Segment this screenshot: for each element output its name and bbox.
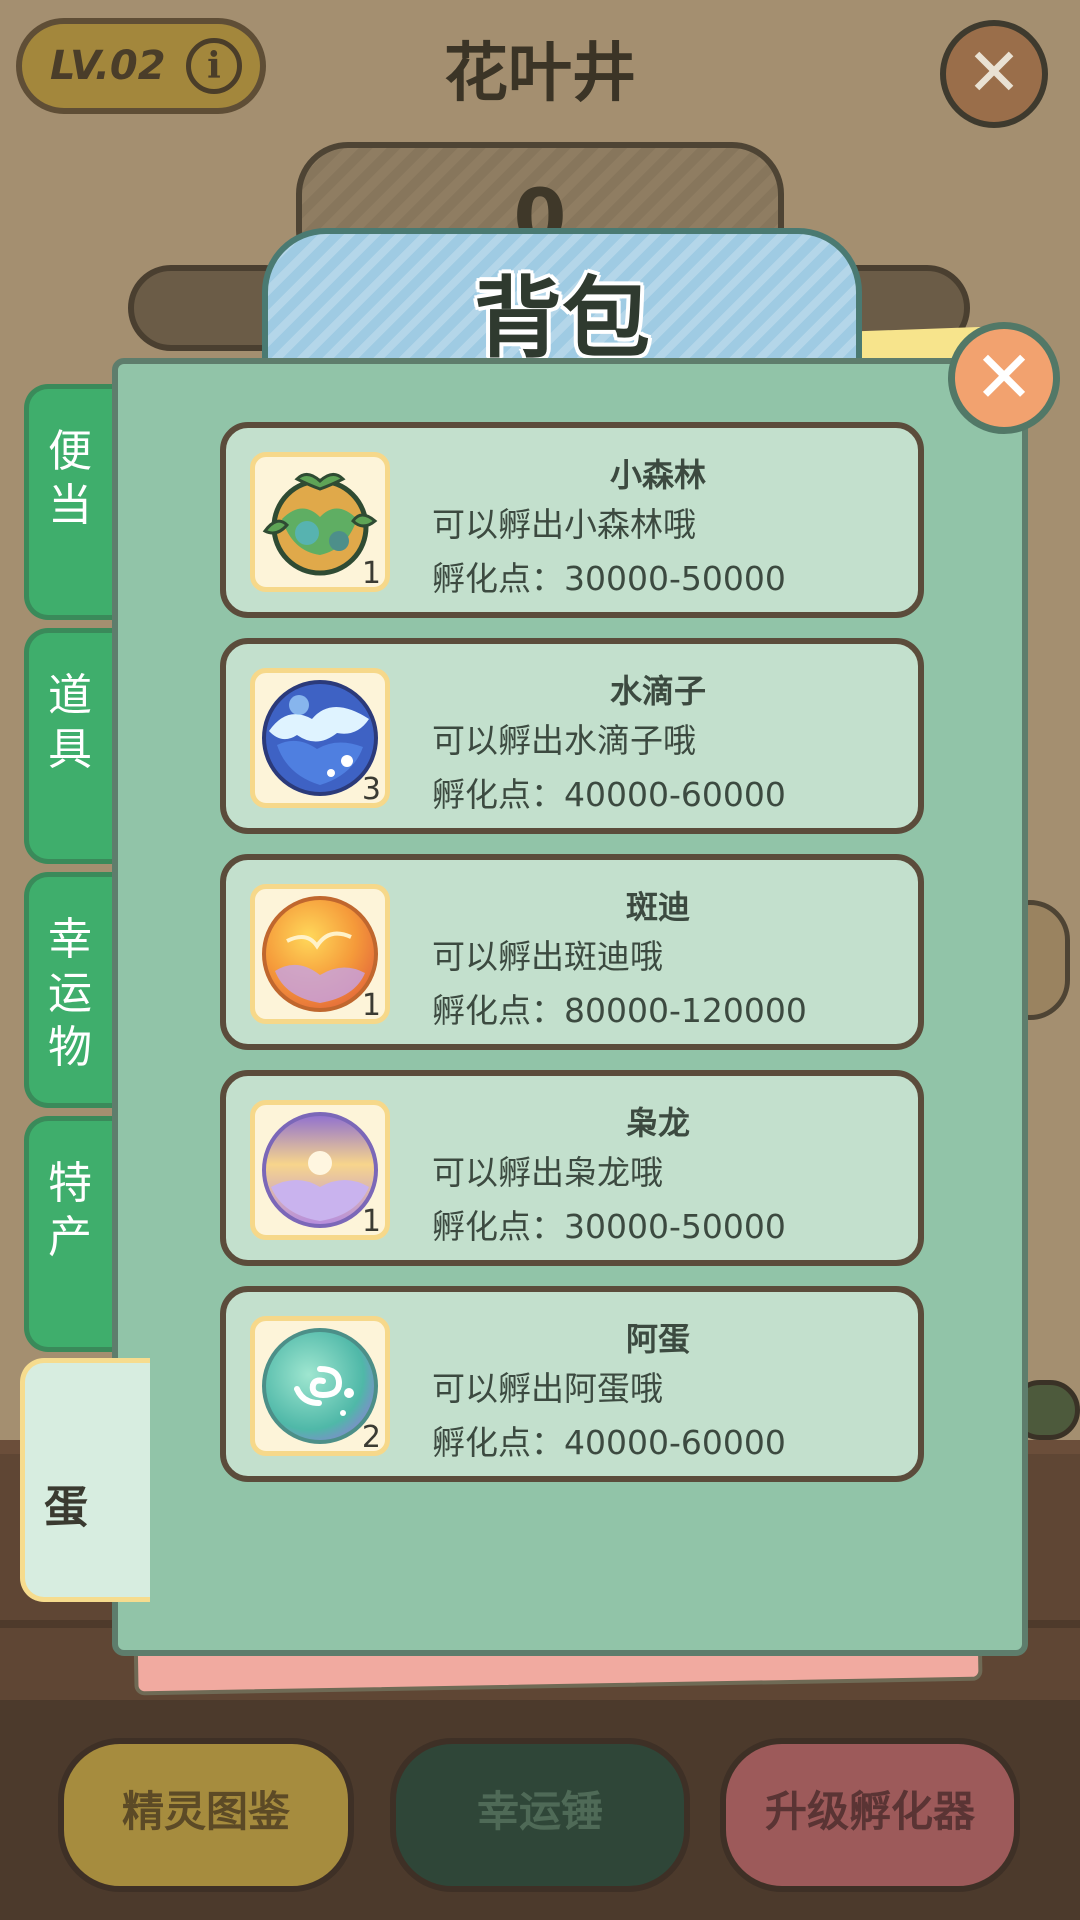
item-count: 1 [361,1204,381,1239]
item-hatch-points: 孵化点：80000-120000 [432,991,807,1030]
item-description: 可以孵出水滴子哦 [432,721,696,760]
level-label: LV.02 [50,43,166,89]
item-name: 阿蛋 [625,1320,690,1358]
tab-label: 道具 [48,670,92,775]
item-icon-frame: 1 [250,1100,390,1240]
tab-label: 蛋 [44,1482,88,1533]
item-icon-frame: 1 [250,452,390,592]
page-title: 花叶井 [444,37,636,111]
item-hatch-points: 孵化点：40000-60000 [432,1423,786,1462]
item-count: 1 [361,988,381,1023]
level-badge[interactable]: LV.02 i [16,18,266,114]
item-icon-frame: 2 [250,1316,390,1456]
tab-label: 特产 [48,1158,92,1263]
item-description: 可以孵出小森林哦 [432,505,696,544]
tab-label: 便当 [48,426,92,531]
item-name: 小森林 [609,456,706,494]
modal-title: 背包 [473,267,650,370]
item-name: 枭龙 [625,1104,690,1142]
item-count: 2 [361,1420,381,1455]
page-close-button[interactable]: ✕ [940,20,1048,128]
item-description: 可以孵出阿蛋哦 [432,1369,663,1408]
list-item[interactable]: 1 枭龙 可以孵出枭龙哦 孵化点：30000-50000 [220,1070,924,1266]
item-hatch-points: 孵化点：30000-50000 [432,1207,786,1246]
info-icon[interactable]: i [186,38,242,94]
tab-eggs[interactable]: 蛋 [20,1358,150,1602]
lucky-hammer-button[interactable]: 幸运锤 [390,1738,690,1892]
item-description: 可以孵出斑迪哦 [432,937,663,976]
item-hatch-points: 孵化点：30000-50000 [432,559,786,598]
upgrade-incubator-button[interactable]: 升级孵化器 [720,1738,1020,1892]
item-name: 斑迪 [625,888,690,926]
item-icon-frame: 1 [250,884,390,1024]
item-description: 可以孵出枭龙哦 [432,1153,663,1192]
spirit-gallery-button[interactable]: 精灵图鉴 [58,1738,354,1892]
list-item[interactable]: 3 水滴子 可以孵出水滴子哦 孵化点：40000-60000 [220,638,924,834]
item-hatch-points: 孵化点：40000-60000 [432,775,786,814]
list-item[interactable]: 1 斑迪 可以孵出斑迪哦 孵化点：80000-120000 [220,854,924,1050]
item-icon-frame: 3 [250,668,390,808]
item-count: 3 [361,772,381,807]
list-item[interactable]: 1 小森林 可以孵出小森林哦 孵化点：30000-50000 [220,422,924,618]
list-item[interactable]: 2 阿蛋 可以孵出阿蛋哦 孵化点：40000-60000 [220,1286,924,1482]
item-name: 水滴子 [609,672,706,710]
item-count: 1 [361,556,381,591]
tab-label: 幸运物 [48,914,92,1073]
modal-close-button[interactable]: ✕ [948,322,1060,434]
